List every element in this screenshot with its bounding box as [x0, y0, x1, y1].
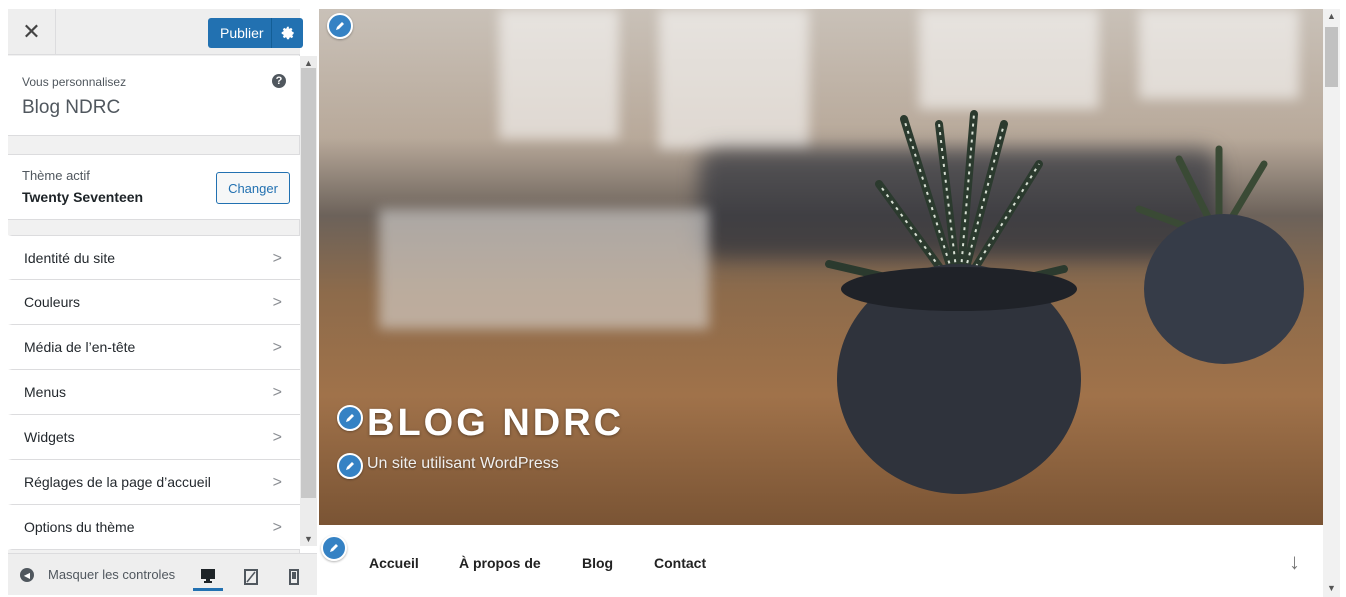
- site-navigation: Accueil À propos de Blog Contact ↓: [319, 525, 1323, 597]
- scrollbar-thumb[interactable]: [301, 68, 316, 498]
- customizing-label: Vous personnalisez: [22, 75, 127, 89]
- header-image: BLOG NDRC Un site utilisant WordPress: [319, 9, 1323, 525]
- window-light: [499, 9, 619, 139]
- section-widgets[interactable]: Widgets >: [8, 415, 300, 460]
- section-label: Couleurs: [24, 294, 81, 310]
- window-light: [919, 9, 1099, 109]
- active-theme-section: Thème actif Twenty Seventeen Changer: [8, 154, 300, 220]
- collapse-icon[interactable]: ◀: [20, 568, 34, 582]
- nav-link-home[interactable]: Accueil: [369, 555, 419, 571]
- customizing-info: Vous personnalisez Blog NDRC ?: [8, 56, 300, 136]
- section-label: Options du thème: [24, 519, 135, 535]
- desktop-icon: [201, 568, 215, 583]
- customizer-header: ✕ Publier: [8, 9, 303, 55]
- active-theme-name: Twenty Seventeen: [22, 189, 144, 205]
- section-menus[interactable]: Menus >: [8, 370, 300, 415]
- section-theme-options[interactable]: Options du thème >: [8, 505, 300, 550]
- nav-link-contact[interactable]: Contact: [654, 555, 706, 571]
- site-title[interactable]: BLOG NDRC: [367, 402, 624, 445]
- mobile-icon: [289, 569, 299, 585]
- preview-scrollbar[interactable]: ▲ ▼: [1323, 9, 1340, 597]
- edit-menu-pencil-icon[interactable]: [321, 535, 347, 561]
- panel-scrollbar[interactable]: ▲ ▼: [300, 56, 317, 546]
- site-tagline: Un site utilisant WordPress: [367, 455, 559, 472]
- desktop-preview-button[interactable]: [193, 563, 223, 591]
- chevron-right-icon: >: [272, 250, 282, 267]
- section-label: Réglages de la page d’accueil: [24, 474, 211, 490]
- publish-label: Publier: [220, 25, 264, 41]
- tablet-icon: [244, 569, 258, 585]
- help-icon[interactable]: ?: [272, 74, 286, 88]
- chevron-right-icon: >: [272, 429, 282, 446]
- section-label: Identité du site: [24, 249, 116, 266]
- chevron-right-icon: >: [272, 519, 282, 536]
- edit-header-pencil-icon[interactable]: [327, 13, 353, 39]
- close-icon: ✕: [22, 18, 41, 44]
- hide-controls-button[interactable]: Masquer les controles: [48, 567, 175, 582]
- section-homepage-settings[interactable]: Réglages de la page d’accueil >: [8, 460, 300, 505]
- background-counter: [379, 209, 709, 329]
- section-site-identity[interactable]: Identité du site >: [8, 235, 300, 280]
- publish-button[interactable]: Publier: [208, 18, 303, 48]
- plant-pot-illustration: [1135, 145, 1304, 364]
- mobile-preview-button[interactable]: [279, 563, 309, 591]
- window-light: [1139, 9, 1299, 99]
- chevron-right-icon: >: [272, 384, 282, 401]
- site-preview: BLOG NDRC Un site utilisant WordPress Ac…: [319, 9, 1323, 597]
- edit-tagline-pencil-icon[interactable]: [337, 453, 363, 479]
- customizer-sections: Identité du site > Couleurs > Média de l…: [8, 235, 300, 550]
- active-theme-label: Thème actif: [22, 168, 90, 183]
- chevron-right-icon: >: [272, 339, 282, 356]
- customizer-panel: ✕ Publier Vous personnalisez Blog NDRC ?…: [8, 9, 317, 595]
- scroll-down-icon[interactable]: ▼: [304, 534, 313, 544]
- scrollbar-thumb[interactable]: [1325, 27, 1338, 87]
- section-label: Menus: [24, 384, 67, 400]
- tablet-preview-button[interactable]: [236, 563, 266, 591]
- scroll-up-icon[interactable]: ▲: [1327, 11, 1336, 21]
- change-theme-button[interactable]: Changer: [216, 172, 290, 204]
- site-name: Blog NDRC: [22, 97, 121, 118]
- gear-icon[interactable]: [272, 26, 303, 40]
- chevron-right-icon: >: [272, 474, 282, 491]
- section-label: Widgets: [24, 429, 75, 445]
- chevron-right-icon: >: [272, 294, 282, 311]
- plant-pot-illustration: [825, 110, 1081, 494]
- customizer-footer: ◀ Masquer les controles: [8, 553, 317, 595]
- scroll-down-icon[interactable]: ▼: [1327, 583, 1336, 593]
- section-label: Média de l’en-tête: [24, 339, 136, 355]
- arrow-down-icon[interactable]: ↓: [1289, 549, 1300, 575]
- nav-link-blog[interactable]: Blog: [582, 555, 613, 571]
- close-button[interactable]: ✕: [8, 9, 56, 54]
- section-header-media[interactable]: Média de l’en-tête >: [8, 325, 300, 370]
- scroll-up-icon[interactable]: ▲: [304, 58, 313, 68]
- edit-title-pencil-icon[interactable]: [337, 405, 363, 431]
- window-light: [659, 9, 809, 149]
- nav-link-about[interactable]: À propos de: [459, 555, 541, 571]
- section-colors[interactable]: Couleurs >: [8, 280, 300, 325]
